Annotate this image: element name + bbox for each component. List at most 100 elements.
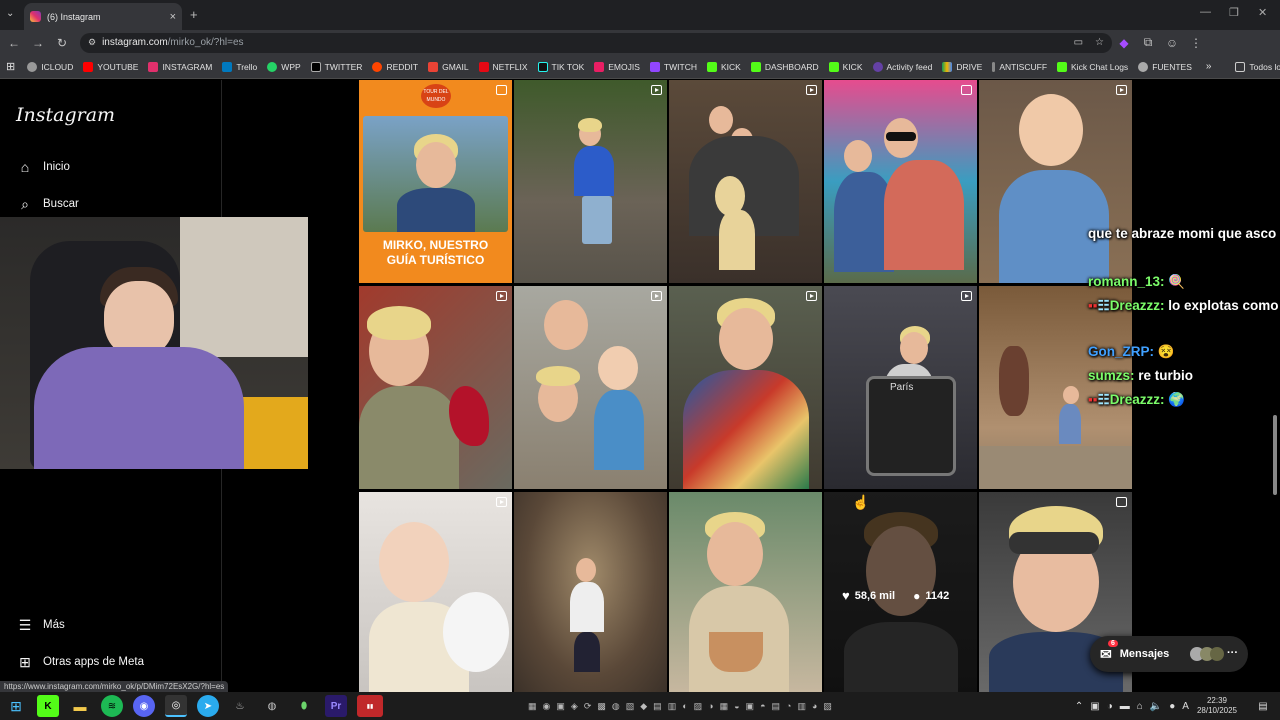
tray-app-icons[interactable]: ▦ ◉ ▣ ◈ ⟳ ▩ ◍ ▧ ◆ ▤ ▥ ◐ ▨ ◑ ▦ ◒ ▣ ◓ ▤ ◔ ▥ ◕ ▧ (528, 701, 832, 712)
apps-grid-icon[interactable]: ⊞ (6, 60, 15, 73)
forward-icon[interactable]: → (26, 36, 50, 50)
nav-home[interactable]: ⌂ Inicio (16, 158, 70, 176)
menu-kebab-icon[interactable]: ⋮ (1184, 36, 1208, 50)
extensions-puzzle-icon[interactable]: ⧉ (1136, 35, 1160, 50)
close-tab-icon[interactable]: × (170, 11, 176, 23)
browser-toolbar: ← → ↻ ⚙ instagram.com/mirko_ok/?hl=es ▭ … (0, 30, 1280, 55)
instagram-logo[interactable]: Instagram (16, 104, 115, 126)
bookmark-twitch[interactable]: TWITCH (649, 61, 697, 72)
bookmark-kick[interactable]: KICK (706, 61, 741, 72)
file-explorer-icon[interactable]: ▬ (69, 695, 91, 717)
post-tile[interactable] (979, 80, 1132, 283)
coffee-cup (709, 632, 763, 672)
extension-icon[interactable]: ◆ (1112, 36, 1136, 50)
profile-avatar[interactable]: ☺ (1160, 36, 1184, 50)
all-favorites-folder[interactable]: Todos los favoritos (1235, 61, 1280, 72)
windows-start-icon[interactable]: ⊞ (5, 695, 27, 717)
post-tile[interactable] (514, 286, 667, 489)
reload-icon[interactable]: ↻ (50, 36, 74, 50)
notifications-icon[interactable]: ▤ (1252, 695, 1274, 717)
bookmark-activity-feed[interactable]: Activity feed (872, 61, 932, 72)
bookmark-emojis[interactable]: EMOJIS (594, 61, 640, 72)
restore-icon[interactable]: ❐ (1229, 6, 1239, 19)
bookmark-star-icon[interactable]: ☆ (1095, 37, 1104, 48)
post-tile[interactable] (514, 80, 667, 283)
cast-icon[interactable]: ▭ (1074, 37, 1083, 48)
site-info-icon[interactable]: ⚙ (88, 37, 96, 48)
bookmark-fuentes[interactable]: FUENTES (1138, 61, 1192, 72)
back-icon[interactable]: ← (2, 36, 26, 50)
bookmark-wpp[interactable]: WPP (267, 61, 301, 72)
post-tile[interactable] (669, 286, 822, 489)
bookmark-kick-2[interactable]: KICK (828, 61, 863, 72)
app-red-icon[interactable]: ▮▮ (357, 695, 383, 717)
tray-icon: ◑ (1106, 700, 1113, 712)
streamer-face (104, 281, 174, 357)
bookmark-trello[interactable]: Trello (222, 61, 257, 72)
url-domain: instagram.com (102, 37, 168, 48)
browser-tab-strip: ⌄ (6) Instagram × + — ❐ ✕ (0, 0, 1280, 30)
chrome-icon[interactable]: ◎ (165, 695, 187, 717)
bookmark-instagram[interactable]: INSTAGRAM (148, 61, 212, 72)
spotify-icon[interactable]: ≋ (101, 695, 123, 717)
post-tile[interactable] (669, 492, 822, 692)
network-icon: ⌂ (1136, 700, 1143, 712)
windows-taskbar: ⊞ K ▬ ≋ ◉ ◎ ➤ ♨ ◍ ⬮ Pr ▮▮ ▦ ◉ ▣ ◈ ⟳ ▩ ◍ ▧ ◆ ▤ ▥ ◐ ▨ ◑… (0, 692, 1280, 720)
post-tile[interactable] (979, 286, 1132, 489)
likes-count: 58,6 mil (854, 589, 896, 602)
telegram-icon[interactable]: ➤ (197, 695, 219, 717)
post-tile[interactable] (359, 286, 512, 489)
tour-badge: TOUR DEL MUNDO (421, 84, 451, 108)
post-tile[interactable]: TOUR DEL MUNDO MIRKO, NUESTRO GUÍA TURÍSTI… (359, 80, 512, 283)
app-icon[interactable]: ⬮ (293, 695, 315, 717)
url-path: /mirko_ok/?hl=es (167, 37, 244, 48)
bookmarks-overflow[interactable]: » (1206, 61, 1212, 72)
post-tile[interactable]: París (824, 286, 977, 489)
messages-button[interactable]: ✉ 6 Mensajes ··· (1090, 636, 1248, 672)
post-tile[interactable] (824, 80, 977, 283)
chat-message: Gon_ZRP: 😵 (1088, 344, 1175, 359)
kick-app-icon[interactable]: K (37, 695, 59, 717)
new-tab-icon[interactable]: + (190, 7, 198, 22)
mouse-cursor-icon: ☝ (852, 494, 870, 510)
bookmark-dashboard[interactable]: DASHBOARD (750, 61, 819, 72)
stone-steps (979, 446, 1132, 489)
bookmark-kick-chat-logs[interactable]: Kick Chat Logs (1057, 61, 1128, 72)
close-window-icon[interactable]: ✕ (1258, 6, 1267, 19)
clock[interactable]: 22:39 28/10/2025 (1197, 696, 1237, 716)
bookmark-antiscuff[interactable]: ANTISCUFF (992, 61, 1047, 72)
bookmarks-bar: ⊞ ICLOUD YOUTUBE INSTAGRAM Trello WPP TW… (0, 55, 1280, 79)
scrollbar-thumb[interactable] (1273, 415, 1277, 495)
nav-meta-apps[interactable]: ⊞ Otras apps de Meta (16, 653, 144, 671)
bookmark-reddit[interactable]: REDDIT (372, 61, 418, 72)
messenger-icon: ✉ 6 (1100, 639, 1118, 663)
tab-search-icon[interactable]: ⌄ (6, 8, 14, 19)
carousel-icon (1116, 497, 1127, 507)
tray-chevron-icon: ⌃ (1074, 700, 1084, 712)
system-tray[interactable]: ⌃ ▣ ◑ ▬ ⌂ 🔈 ● A (1075, 701, 1189, 712)
post-tile[interactable] (669, 80, 822, 283)
headband (1009, 532, 1099, 554)
bookmark-drive[interactable]: DRIVE (942, 61, 982, 72)
minimize-icon[interactable]: — (1200, 6, 1211, 18)
bookmark-netflix[interactable]: NETFLIX (478, 61, 528, 72)
search-icon: ⌕ (21, 195, 29, 212)
address-bar[interactable]: ⚙ instagram.com/mirko_ok/?hl=es ▭ ☆ (80, 32, 1112, 53)
streamer-hoodie (34, 347, 244, 469)
bookmark-gmail[interactable]: GMAIL (428, 61, 469, 72)
nav-search[interactable]: ⌕ Buscar (16, 195, 79, 213)
post-tile[interactable] (514, 492, 667, 692)
post-tile[interactable] (359, 492, 512, 692)
bookmark-youtube[interactable]: YOUTUBE (83, 61, 138, 72)
nav-more[interactable]: ☰ Más (16, 616, 65, 634)
page-scrollbar[interactable] (1271, 80, 1278, 692)
bookmark-icloud[interactable]: ICLOUD (27, 61, 73, 72)
premiere-icon[interactable]: Pr (325, 695, 347, 717)
steam-icon[interactable]: ♨ (229, 695, 251, 717)
bookmark-tiktok[interactable]: TIK TOK (537, 61, 584, 72)
discord-icon[interactable]: ◉ (133, 695, 155, 717)
tab-instagram[interactable]: (6) Instagram × (24, 3, 182, 30)
reel-icon (651, 85, 662, 95)
obs-icon[interactable]: ◍ (261, 695, 283, 717)
bookmark-twitter[interactable]: TWITTER (310, 61, 362, 72)
